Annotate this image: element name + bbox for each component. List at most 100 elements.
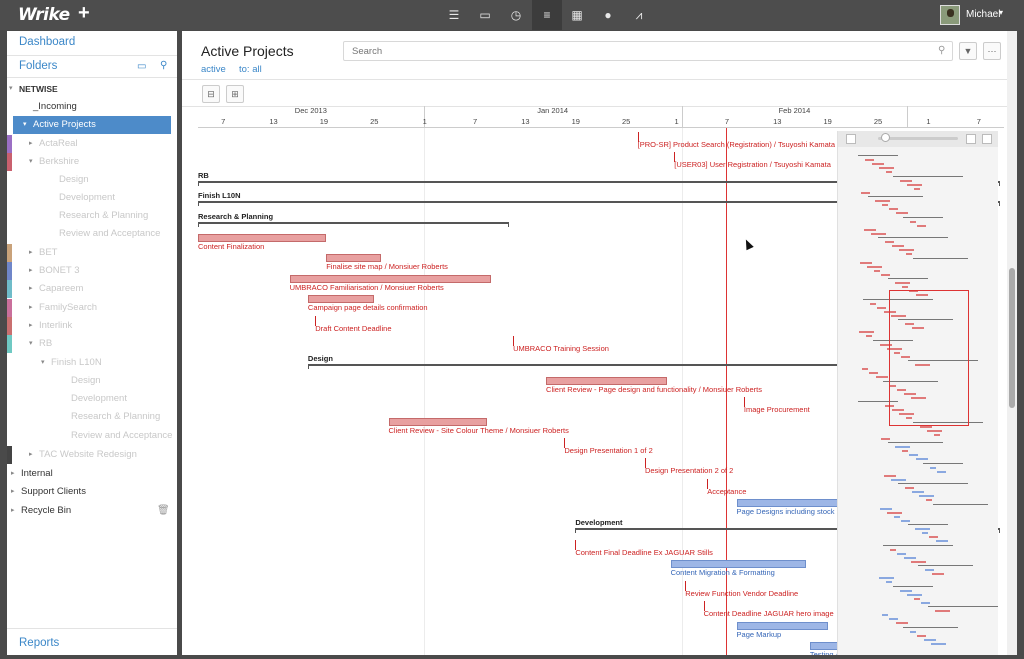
sidebar-item-review-and-acceptance[interactable]: Review and Acceptance — [7, 225, 177, 243]
sidebar-folders-link[interactable]: Folders — [19, 60, 57, 72]
search-icon[interactable]: ⚲ — [160, 60, 167, 71]
gantt-group-label[interactable]: Design — [308, 354, 333, 363]
gantt-task-bar[interactable] — [326, 254, 382, 263]
scrollbar-thumb[interactable] — [1009, 268, 1015, 408]
chart-icon[interactable]: ⩘ — [624, 0, 654, 30]
sidebar-item-bet[interactable]: ▸ BET — [7, 244, 177, 262]
more-options-button[interactable]: ⋯ — [983, 42, 1001, 60]
chevron-right-icon[interactable]: ▸ — [11, 465, 15, 483]
person-icon[interactable]: ● — [593, 0, 623, 30]
table-icon[interactable]: ▦ — [562, 0, 592, 30]
chevron-down-icon[interactable]: ▾ — [9, 80, 13, 98]
sidebar-item-active-projects[interactable]: ▾ Active Projects — [13, 116, 171, 134]
gantt-group-bar[interactable] — [307, 364, 873, 367]
chevron-right-icon[interactable]: ▸ — [11, 483, 15, 501]
wrike-logo[interactable]: Wrike — [18, 5, 70, 25]
gantt-task-label[interactable]: Client Review - Page design and function… — [546, 385, 762, 394]
gantt-milestone-label[interactable]: Review Function Vendor Deadline — [685, 589, 798, 598]
sidebar-reports-link[interactable]: Reports — [19, 637, 59, 649]
gantt-milestone-label[interactable]: Draft Content Deadline — [315, 324, 391, 333]
assignee-filter[interactable]: to: all — [239, 64, 262, 75]
gantt-task-label[interactable]: Content Migration & Formatting — [671, 568, 775, 577]
gantt-group-label[interactable]: Finish L10N — [198, 191, 241, 200]
gantt-task-bar[interactable] — [670, 560, 807, 569]
sidebar-dashboard-link[interactable]: Dashboard — [19, 36, 75, 48]
zoom-in-button[interactable] — [982, 134, 992, 144]
username[interactable]: Michael — [966, 9, 1000, 20]
chevron-right-icon[interactable]: ▸ — [29, 280, 33, 298]
zoom-out-button[interactable] — [846, 134, 856, 144]
chevron-right-icon[interactable]: ▸ — [29, 317, 33, 335]
gantt-group-label[interactable]: RB — [198, 171, 209, 180]
sidebar-item-rb[interactable]: ▾ RB — [7, 335, 177, 353]
gantt-task-label[interactable]: UMBRACO Familiarisation / Monsiuer Rober… — [290, 283, 444, 292]
sidebar-item-development[interactable]: Development — [7, 189, 177, 207]
gantt-task-label[interactable]: Page Markup — [737, 630, 782, 639]
gantt-task-bar[interactable] — [289, 274, 492, 283]
gantt-milestone-label[interactable]: UMBRACO Training Session — [513, 344, 609, 353]
gantt-milestone-label[interactable]: [USER03] User Registration / Tsuyoshi Ka… — [674, 160, 831, 169]
minimap-viewport[interactable] — [889, 290, 969, 426]
chevron-down-icon[interactable]: ▾ — [29, 335, 33, 353]
menu-icon[interactable]: ☰ — [439, 0, 469, 30]
gantt-milestone-label[interactable]: [PRO-SR] Product Search (Registration) /… — [638, 140, 835, 149]
sidebar-item-design[interactable]: Design — [7, 372, 177, 390]
chevron-down-icon[interactable]: ▾ — [41, 354, 45, 372]
vertical-scrollbar[interactable] — [1007, 31, 1017, 655]
sidebar-item-research-planning[interactable]: Research & Planning — [7, 207, 177, 225]
sidebar-item-internal[interactable]: ▸ Internal — [7, 465, 177, 483]
gantt-milestone-label[interactable]: Content Final Deadline Ex JAGUAR Stills — [575, 548, 713, 557]
sidebar-item-recycle-bin[interactable]: ▸ Recycle Bin — [7, 502, 177, 520]
gantt-task-label[interactable]: Finalise site map / Monsiuer Roberts — [326, 262, 448, 271]
gantt-task-bar[interactable] — [546, 376, 667, 385]
sidebar-item-finish-l10n[interactable]: ▾ Finish L10N — [7, 354, 177, 372]
avatar[interactable] — [940, 5, 960, 25]
expand-all-button[interactable]: ⊞ — [226, 85, 244, 103]
gantt-icon[interactable]: ≡ — [532, 0, 562, 30]
zoom-slider[interactable] — [878, 137, 958, 140]
sidebar-item-review-and-acceptance[interactable]: Review and Acceptance — [7, 427, 177, 445]
clock-icon[interactable]: ◷ — [501, 0, 531, 30]
gantt-milestone-label[interactable]: Acceptance — [707, 487, 746, 496]
inbox-icon[interactable]: ▭ — [470, 0, 500, 30]
chevron-down-icon[interactable]: ▾ — [23, 116, 27, 134]
gantt-group-label[interactable]: Research & Planning — [198, 212, 273, 221]
chevron-right-icon[interactable]: ▸ — [11, 502, 15, 520]
gantt-task-bar[interactable] — [736, 621, 829, 630]
gantt-task-label[interactable]: Client Review - Site Colour Theme / Mons… — [389, 426, 569, 435]
add-icon[interactable]: + — [78, 2, 90, 25]
chevron-right-icon[interactable]: ▸ — [29, 262, 33, 280]
zoom-fit-button[interactable] — [966, 134, 976, 144]
collapse-all-button[interactable]: ⊟ — [202, 85, 220, 103]
sidebar-item-design[interactable]: Design — [7, 171, 177, 189]
gantt-milestone-label[interactable]: Design Presentation 2 of 2 — [645, 466, 733, 475]
sidebar-item-actareal[interactable]: ▸ ActaReal — [7, 135, 177, 153]
chevron-right-icon[interactable]: ▸ — [29, 299, 33, 317]
sidebar-item-berkshire[interactable]: ▾ Berkshire — [7, 153, 177, 171]
sidebar-item-research-planning[interactable]: Research & Planning — [7, 408, 177, 426]
gantt-milestone-label[interactable]: Content Deadline JAGUAR hero image — [704, 609, 834, 618]
gantt-task-label[interactable]: Content Finalization — [198, 242, 264, 251]
sidebar-item-incoming[interactable]: _Incoming — [7, 98, 177, 116]
gantt-group-label[interactable]: Development — [575, 518, 622, 527]
sidebar-item-tac-website-redesign[interactable]: ▸ TAC Website Redesign — [7, 446, 177, 464]
filter-button[interactable]: ▼ — [959, 42, 977, 60]
trash-icon[interactable]: 🗑 — [157, 505, 170, 516]
search-input[interactable] — [343, 41, 953, 61]
gantt-task-label[interactable]: Campaign page details confirmation — [308, 303, 428, 312]
chevron-down-icon[interactable]: ▾ — [999, 8, 1003, 17]
sidebar-item-bonet-3[interactable]: ▸ BONET 3 — [7, 262, 177, 280]
gantt-milestone-label[interactable]: Image Procurement — [744, 405, 810, 414]
zoom-slider-handle[interactable] — [881, 133, 890, 142]
sidebar-item-familysearch[interactable]: ▸ FamilySearch — [7, 299, 177, 317]
chevron-down-icon[interactable]: ▾ — [29, 153, 33, 171]
chevron-right-icon[interactable]: ▸ — [29, 244, 33, 262]
sidebar-item-support-clients[interactable]: ▸ Support Clients — [7, 483, 177, 501]
inbox-icon[interactable]: ▭ — [137, 61, 146, 72]
gantt-group-bar[interactable] — [198, 221, 510, 224]
sidebar-item-interlink[interactable]: ▸ Interlink — [7, 317, 177, 335]
gantt-task-bar[interactable] — [198, 234, 327, 242]
sidebar-item-development[interactable]: Development — [7, 390, 177, 408]
status-filter[interactable]: active — [201, 64, 226, 75]
sidebar-item-netwise[interactable]: ▾ NETWISE — [7, 80, 177, 98]
